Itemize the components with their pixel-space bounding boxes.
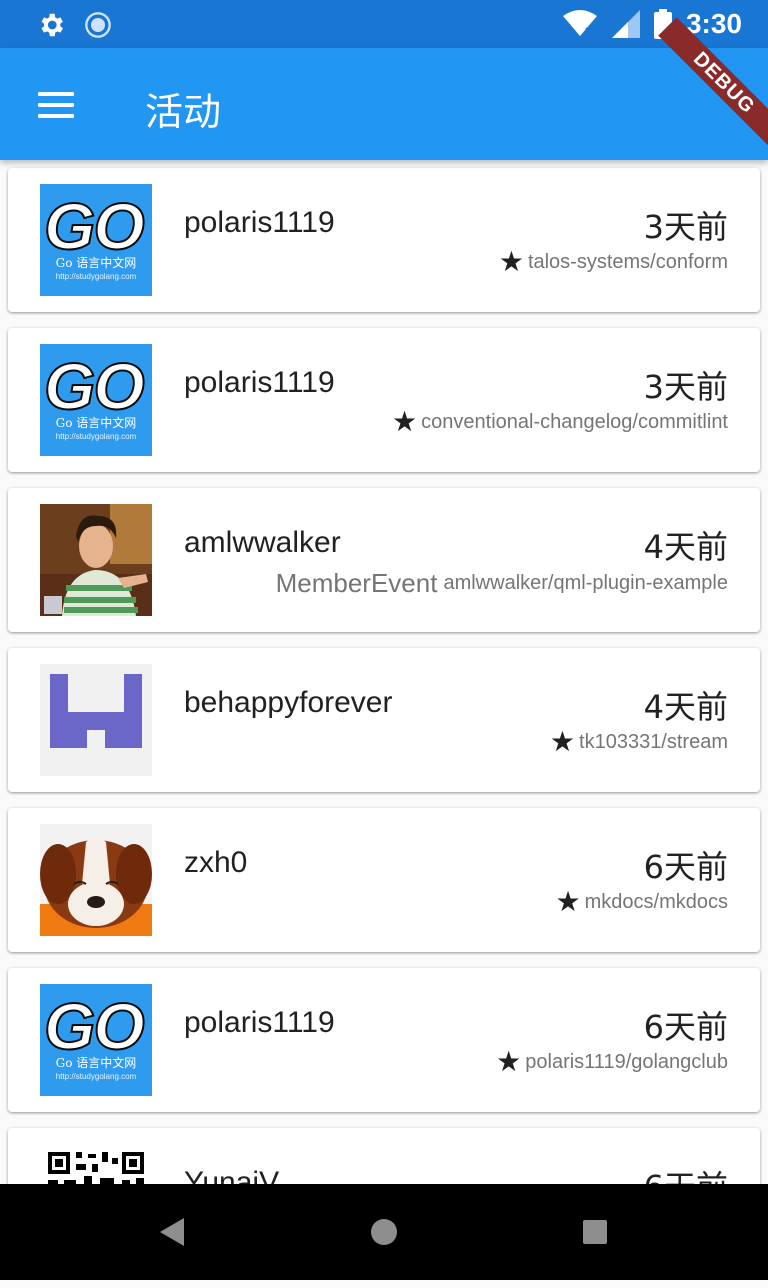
event-card[interactable]: behappyforever 4天前 ★ tk103331/stream: [8, 648, 760, 792]
gear-icon: [41, 13, 63, 37]
repo-name[interactable]: tk103331/stream: [579, 731, 728, 754]
event-card[interactable]: GO Go 语言中文网 http://studygolang.com polar…: [8, 968, 760, 1112]
event-card[interactable]: GO Go 语言中文网 http://studygolang.com polar…: [8, 168, 760, 312]
repo-name[interactable]: talos-systems/conform: [528, 251, 728, 274]
star-icon: ★: [555, 886, 581, 917]
event-card[interactable]: zxh0 6天前 ★ mkdocs/mkdocs: [8, 808, 760, 952]
go-logo-avatar: GO Go 语言中文网 http://studygolang.com: [40, 184, 152, 296]
time-ago: 3天前: [643, 368, 728, 406]
home-icon[interactable]: [371, 1219, 397, 1245]
sync-icon: [85, 12, 111, 38]
username[interactable]: polaris1119: [184, 1006, 335, 1040]
menu-icon[interactable]: [38, 92, 74, 118]
puppy-avatar: [40, 824, 152, 936]
identicon-avatar: [40, 664, 152, 776]
username[interactable]: zxh0: [184, 846, 247, 880]
event-type: MemberEvent: [275, 568, 438, 598]
signal-icon: [611, 10, 640, 38]
star-icon: ★: [392, 406, 418, 437]
username[interactable]: amlwwalker: [184, 526, 341, 560]
event-card[interactable]: amlwwalker 4天前 MemberEvent amlwwalker/qm…: [8, 488, 760, 632]
repo-name[interactable]: polaris1119/golangclub: [525, 1051, 728, 1074]
time-ago: 4天前: [643, 528, 728, 566]
repo-name[interactable]: conventional-changelog/commitlint: [421, 411, 728, 434]
username[interactable]: polaris1119: [184, 366, 335, 400]
back-icon[interactable]: [160, 1218, 184, 1246]
star-icon: ★: [498, 246, 524, 277]
event-card[interactable]: GO Go 语言中文网 http://studygolang.com polar…: [8, 328, 760, 472]
username[interactable]: polaris1119: [184, 206, 335, 240]
username[interactable]: behappyforever: [184, 686, 392, 720]
repo-name[interactable]: amlwwalker/qml-plugin-example: [443, 572, 728, 595]
status-bar: 3:30: [0, 0, 768, 48]
time-ago: 6天前: [643, 1008, 728, 1046]
star-icon: ★: [549, 726, 576, 757]
event-list: GO Go 语言中文网 http://studygolang.com polar…: [8, 168, 760, 1288]
wifi-icon: [562, 10, 597, 37]
time-ago: 3天前: [643, 208, 728, 246]
app-bar: 活动 DEBUG: [0, 17, 768, 160]
time-ago: 4天前: [643, 688, 728, 726]
photo-avatar: [40, 504, 152, 616]
go-logo-avatar: GO Go 语言中文网 http://studygolang.com: [40, 984, 152, 1096]
navigation-bar: [0, 1184, 768, 1280]
time-ago: 6天前: [643, 848, 728, 886]
star-icon: ★: [496, 1046, 522, 1077]
go-logo-avatar: GO Go 语言中文网 http://studygolang.com: [40, 344, 152, 456]
page-title: 活动: [145, 90, 222, 134]
repo-name[interactable]: mkdocs/mkdocs: [585, 891, 728, 914]
recents-icon[interactable]: [583, 1220, 607, 1244]
